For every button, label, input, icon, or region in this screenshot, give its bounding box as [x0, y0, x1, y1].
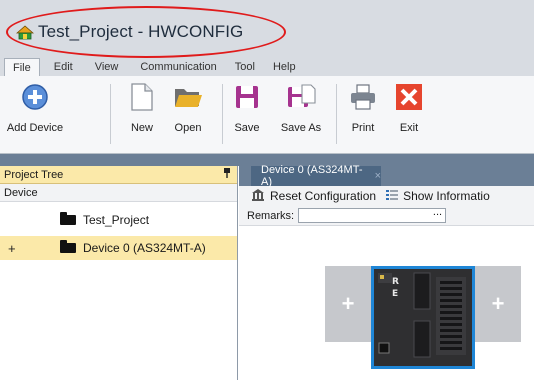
ribbon-separator	[336, 84, 337, 144]
menu-file[interactable]: File	[4, 58, 40, 76]
new-button[interactable]: New	[122, 80, 162, 144]
save-as-button[interactable]: Save As	[276, 80, 326, 144]
print-button[interactable]: Print	[346, 80, 380, 144]
document-tab-strip: Device 0 (AS324MT-A) ×	[239, 164, 534, 188]
save-label: Save	[234, 122, 260, 134]
ribbon-toolbar: Add Device New Open Save Save As Print E…	[0, 76, 534, 154]
menu-bar: File Edit View Communication Tool Help	[0, 58, 534, 76]
print-label: Print	[351, 122, 375, 134]
printer-icon	[346, 80, 380, 114]
exit-label: Exit	[399, 122, 419, 134]
menu-communication[interactable]: Communication	[132, 58, 224, 76]
new-label: New	[130, 122, 153, 134]
save-icon	[230, 80, 264, 114]
exit-close-icon	[392, 80, 426, 114]
add-device-button[interactable]: Add Device	[6, 80, 64, 144]
save-as-icon	[284, 80, 318, 114]
menu-tool[interactable]: Tool	[227, 58, 263, 76]
ribbon-separator	[110, 84, 111, 144]
project-tree-title: Project Tree	[4, 168, 64, 181]
plc-cpu-module[interactable]: R E	[371, 266, 475, 369]
tab-label: Device 0 (AS324MT-A)	[261, 164, 363, 188]
tab-close-icon[interactable]: ×	[375, 170, 381, 182]
tree-item-label: Test_Project	[83, 213, 150, 227]
project-tree-panel: Project Tree Device Test_Project + Devic…	[0, 166, 238, 380]
tab-device-0[interactable]: Device 0 (AS324MT-A) ×	[251, 164, 381, 188]
expand-toggle[interactable]: +	[8, 241, 16, 256]
menu-edit[interactable]: Edit	[46, 58, 81, 76]
led-error-label: E	[392, 289, 399, 299]
pin-icon[interactable]	[223, 168, 231, 181]
save-as-label: Save As	[280, 122, 322, 134]
hardware-rack-canvas: + + R E	[239, 248, 534, 380]
led-run-label: R	[392, 277, 399, 287]
open-button[interactable]: Open	[168, 80, 208, 144]
remarks-browse-button[interactable]: ...	[433, 206, 442, 218]
hwconfig-app-icon	[15, 24, 35, 40]
add-device-label: Add Device	[6, 122, 64, 134]
device-document-panel: Device 0 (AS324MT-A) × Reset Configurati…	[239, 164, 534, 380]
folder-icon	[60, 240, 76, 253]
window-title: Test_Project - HWCONFIG	[38, 22, 244, 41]
remarks-row: Remarks: ...	[239, 206, 534, 226]
tree-item-project[interactable]: Test_Project	[0, 208, 237, 232]
remarks-input[interactable]: ...	[298, 206, 447, 223]
show-information-icon	[386, 189, 399, 204]
reset-icon	[251, 188, 265, 205]
tree-item-label: Device 0 (AS324MT-A)	[83, 241, 206, 255]
exit-button[interactable]: Exit	[392, 80, 426, 144]
new-file-icon	[125, 80, 159, 114]
open-label: Open	[174, 122, 202, 134]
remarks-label: Remarks:	[247, 209, 295, 222]
menu-help[interactable]: Help	[265, 58, 304, 76]
menu-view[interactable]: View	[87, 58, 127, 76]
device-column-header: Device	[0, 184, 237, 202]
document-toolbar: Reset Configuration Show Informatio	[239, 186, 534, 206]
add-device-icon	[18, 80, 52, 114]
title-bar: Test_Project - HWCONFIG	[0, 0, 534, 58]
ribbon-separator	[222, 84, 223, 144]
reset-configuration-button[interactable]: Reset Configuration	[270, 189, 376, 203]
plc-module-graphic	[374, 269, 472, 366]
show-information-button[interactable]: Show Informatio	[403, 189, 490, 203]
window-title-group: Test_Project - HWCONFIG	[15, 20, 244, 44]
open-folder-icon	[171, 80, 205, 114]
add-left-module-slot[interactable]: +	[325, 266, 371, 342]
tree-item-device[interactable]: + Device 0 (AS324MT-A)	[0, 236, 237, 260]
add-right-module-slot[interactable]: +	[475, 266, 521, 342]
project-tree-header: Project Tree	[0, 166, 237, 184]
save-button[interactable]: Save	[228, 80, 266, 144]
folder-icon	[60, 212, 76, 225]
